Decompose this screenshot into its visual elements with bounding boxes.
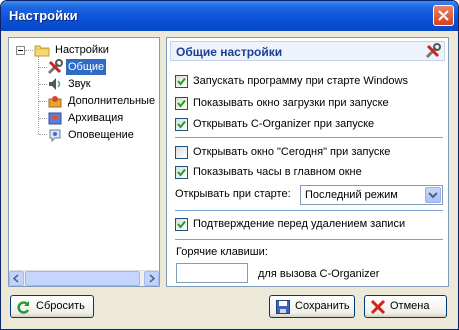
window-title: Настройки [9,8,78,23]
title-bar[interactable]: Настройки [1,1,458,31]
tree-item-label: Оповещение [68,129,134,141]
checkbox-label: Открывать C-Organizer при запуске [193,118,375,130]
checkbox-label: Показывать часы в главном окне [193,166,362,178]
check-mark-icon [177,220,186,229]
checkbox-label: Запускать программу при старте Windows [193,75,408,87]
tree-item-label: Дополнительные [68,95,156,107]
folder-icon [34,42,50,58]
tree-item-label: Архивация [68,112,124,124]
tree-line [39,101,47,102]
checkbox-box[interactable] [175,166,188,179]
tree-line [39,134,47,135]
extra-icon [47,93,63,109]
tools-icon [47,59,63,75]
separator [175,210,443,211]
panel-header: Общие настройки [170,41,445,61]
hotkey-input[interactable] [176,263,248,283]
reset-button[interactable]: Сбросить [10,295,94,318]
tree-collapse-toggle[interactable] [16,46,25,55]
dropdown-button[interactable] [425,187,441,203]
check-mark-icon [177,168,186,177]
close-button[interactable] [433,5,454,26]
cancel-button[interactable]: Отмена [364,295,447,318]
panel-title: Общие настройки [176,45,283,59]
archive-icon [47,110,63,126]
startup-mode-value: Последний режим [305,189,398,201]
reset-button-label: Сбросить [36,300,85,312]
tree-item-label: Настройки [55,44,109,56]
settings-panel: Общие настройки Запускать программу при … [166,37,449,287]
speaker-icon [47,76,63,92]
separator [175,137,443,138]
notification-icon [47,127,63,143]
close-icon [438,10,449,21]
tree-line [39,118,47,119]
tree-line [39,67,47,68]
checkbox-box[interactable] [175,218,188,231]
chevron-down-icon [428,192,438,199]
checkbox-box[interactable] [175,118,188,131]
tree-item-label: Звук [68,78,91,90]
checkbox-box[interactable] [175,75,188,88]
tree-line [25,50,33,51]
checkbox-label: Открывать окно "Сегодня" при запуске [193,146,391,158]
settings-window: Настройки Настройки Общие Звук Дополните… [0,0,459,330]
startup-mode-label: Открывать при старте: [175,188,291,200]
scroll-thumb[interactable] [25,271,140,286]
arrow-left-icon [12,274,19,283]
startup-mode-select[interactable]: Последний режим [300,185,443,205]
tools-icon [425,43,441,59]
tree-horizontal-scrollbar[interactable] [9,270,159,286]
tree-item-label: Общие [66,59,107,75]
check-mark-icon [177,77,186,86]
scroll-right-button[interactable] [144,271,159,286]
save-icon [275,299,291,315]
cancel-button-label: Отмена [390,300,430,312]
cancel-icon [370,299,386,315]
check-mark-icon [177,120,186,129]
tree-line [39,84,47,85]
separator [175,239,443,240]
scroll-left-button[interactable] [9,271,24,286]
hotkeys-label: Горячие клавиши: [176,246,268,258]
reset-icon [16,299,32,315]
checkbox-label: Показывать окно загрузки при запуске [193,97,389,109]
settings-tree[interactable]: Настройки Общие Звук Дополнительные Архи [8,37,160,287]
check-mark-icon [177,99,186,108]
hotkey-description: для вызова C-Organizer [258,268,380,280]
checkbox-box[interactable] [175,97,188,110]
save-button[interactable]: Сохранить [269,295,355,318]
arrow-right-icon [149,274,156,283]
checkbox-box[interactable] [175,146,188,159]
save-button-label: Сохранить [295,300,350,312]
checkbox-label: Подтверждение перед удалением записи [193,218,406,230]
